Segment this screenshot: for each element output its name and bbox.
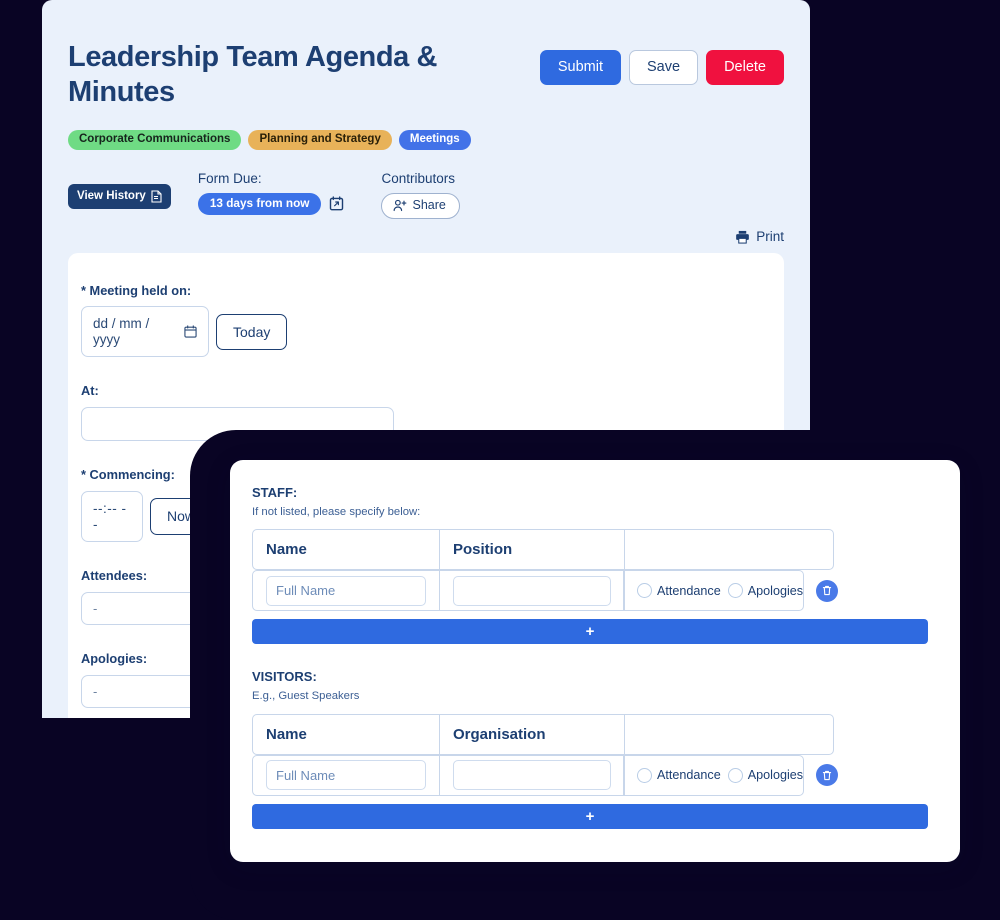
print-row: Print (68, 230, 784, 244)
visitors-organisation-input[interactable] (453, 760, 611, 791)
print-button[interactable]: Print (735, 230, 784, 244)
staff-position-cell (439, 570, 625, 612)
person-add-icon (393, 199, 407, 212)
visitors-attendance-label: Attendance (657, 767, 721, 782)
staff-attendance-label: Attendance (657, 583, 721, 598)
save-button[interactable]: Save (629, 50, 699, 85)
visitors-name-cell (252, 754, 440, 796)
trash-icon (822, 586, 832, 596)
visitors-attendance-radio[interactable]: Attendance (637, 767, 721, 783)
visitors-apologies-radio[interactable]: Apologies (727, 767, 804, 783)
overlay-visitors-subtext: E.g., Guest Speakers (252, 690, 360, 703)
share-button[interactable]: Share (381, 192, 460, 219)
staff-actions-cell: Attendance Apologies (623, 570, 838, 612)
staff-column-position: Position (439, 529, 625, 571)
visitors-actions-cell: Attendance Apologies (623, 754, 838, 796)
visitors-delete-row-button[interactable] (816, 764, 838, 787)
overlay-visitors-block: VISITORS: E.g., Guest Speakers Name Orga… (252, 669, 938, 829)
view-history-button[interactable]: View History (68, 184, 171, 210)
field-meeting-held-on: * Meeting held on: dd / mm / yyyy Today (68, 282, 784, 358)
print-label: Print (756, 228, 784, 244)
meta-row: View History Form Due: 13 days from now (68, 172, 784, 219)
meeting-date-input[interactable]: dd / mm / yyyy (81, 306, 209, 358)
staff-column-actions (624, 529, 834, 571)
radio-circle-icon (727, 767, 743, 783)
visitors-table-row: Attendance Apologies (252, 754, 938, 796)
staff-attendance-radio[interactable]: Attendance (637, 583, 721, 599)
form-due-label: Form Due: (197, 171, 262, 187)
staff-name-cell (252, 570, 440, 612)
staff-name-input[interactable] (266, 575, 426, 606)
visitors-organisation-cell (439, 754, 625, 796)
visitors-column-actions (624, 713, 834, 755)
staff-table-row: Attendance Apologies (252, 570, 938, 612)
meeting-date-value: dd / mm / yyyy (93, 316, 150, 347)
calendar-icon (184, 325, 197, 339)
tag-list: Corporate Communications Planning and St… (68, 129, 784, 151)
today-button[interactable]: Today (216, 313, 288, 350)
overlay-staff-heading: STAFF: (252, 485, 298, 500)
view-history-label: View History (77, 189, 146, 202)
commencing-time-input[interactable]: --:-- -- (81, 491, 143, 543)
staff-table-header-row: Name Position (252, 529, 938, 571)
title-row: Leadership Team Agenda & Minutes Submit … (68, 40, 784, 110)
page-title: Leadership Team Agenda & Minutes (68, 41, 438, 108)
visitors-apologies-label: Apologies (747, 767, 804, 782)
apologies-value: - (93, 683, 98, 699)
submit-button[interactable]: Submit (539, 50, 622, 85)
visitors-column-organisation: Organisation (439, 713, 625, 755)
meeting-held-on-label: * Meeting held on: (81, 282, 192, 298)
overlay-staff-subtext: If not listed, please specify below: (252, 506, 421, 518)
radio-circle-icon (637, 767, 652, 783)
visitors-add-row-button[interactable]: + (252, 803, 928, 829)
staff-apologies-label: Apologies (747, 583, 804, 598)
attendees-value: - (93, 600, 98, 616)
staff-apologies-radio[interactable]: Apologies (727, 583, 804, 599)
radio-circle-icon (727, 583, 743, 599)
visitors-table-header-row: Name Organisation (252, 713, 938, 755)
visitors-radio-cell: Attendance Apologies (623, 754, 804, 796)
delete-button[interactable]: Delete (706, 50, 784, 85)
printer-icon (735, 230, 750, 244)
staff-column-name: Name (252, 529, 440, 571)
form-due-value: 13 days from now (197, 192, 322, 216)
tag-corporate-communications[interactable]: Corporate Communications (68, 129, 242, 151)
tag-meetings[interactable]: Meetings (398, 129, 471, 151)
overlay-staff-block: STAFF: If not listed, please specify bel… (252, 485, 938, 645)
staff-delete-row-button[interactable] (816, 579, 838, 602)
staff-radio-cell: Attendance Apologies (623, 570, 804, 612)
visitors-column-name: Name (252, 713, 440, 755)
trash-icon (822, 770, 832, 780)
at-label: At: (81, 383, 99, 399)
staff-add-row-button[interactable]: + (252, 619, 928, 645)
tag-planning-and-strategy[interactable]: Planning and Strategy (248, 129, 392, 151)
visitors-name-input[interactable] (266, 760, 426, 791)
document-icon (151, 190, 162, 203)
radio-circle-icon (637, 583, 652, 599)
header-actions: Submit Save Delete (539, 40, 784, 85)
share-label: Share (412, 197, 446, 212)
contributors-label: Contributors (381, 171, 456, 187)
calendar-edit-icon[interactable] (329, 196, 344, 211)
overlay-visitors-heading: VISITORS: (252, 669, 317, 685)
commencing-time-value: --:-- -- (93, 501, 127, 532)
staff-position-input[interactable] (453, 575, 611, 606)
attendees-overlay-panel: STAFF: If not listed, please specify bel… (230, 460, 960, 862)
